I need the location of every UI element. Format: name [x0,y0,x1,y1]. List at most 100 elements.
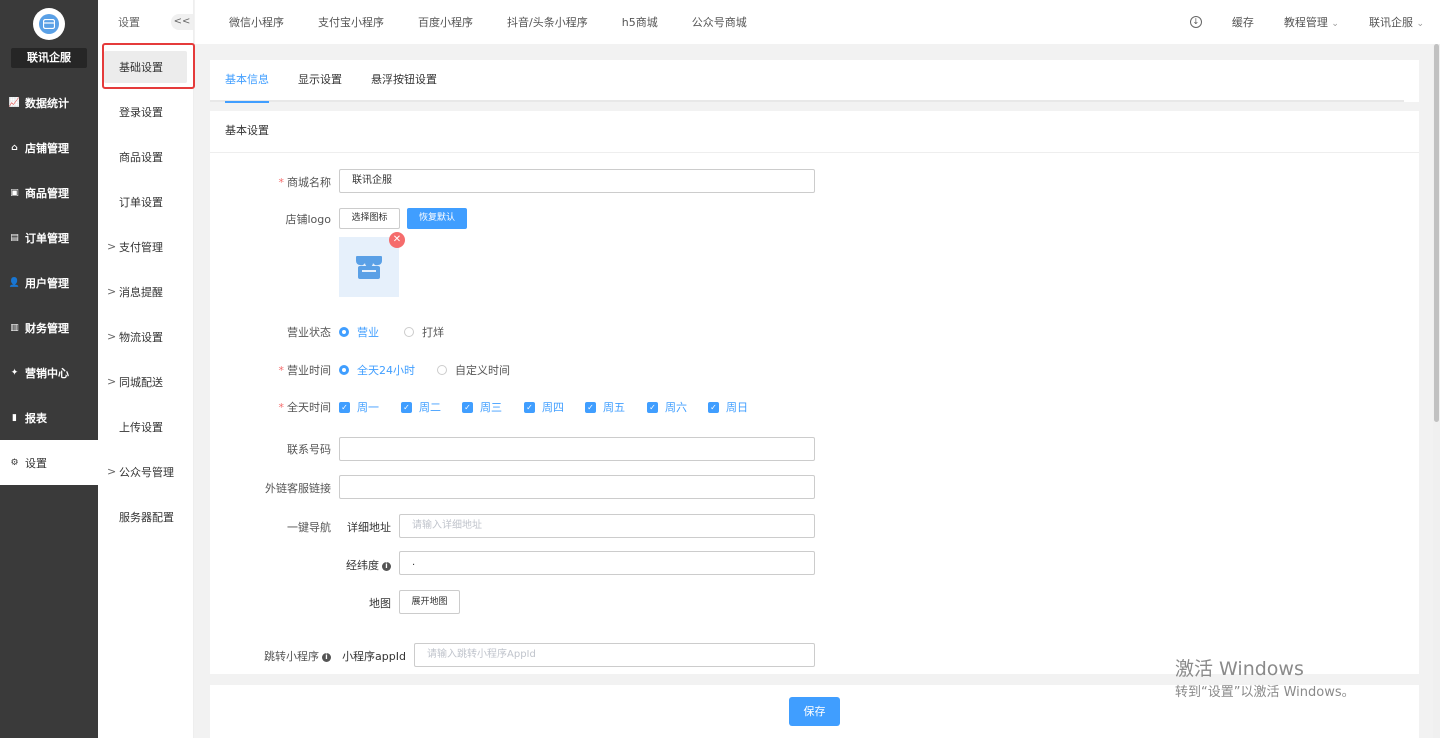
day-checkbox-4[interactable]: ✓ 周四 [524,399,564,415]
submenu-item-label: 订单设置 [119,195,163,209]
check-icon: ✓ [585,401,596,413]
remove-logo-icon[interactable]: ✕ [389,232,405,248]
day-checkbox-2[interactable]: ✓ 周二 [401,399,441,415]
highlight-box [102,43,195,89]
day-checkbox-3[interactable]: ✓ 周三 [462,399,502,415]
nav-label: 一键导航 [287,521,331,534]
appid-input[interactable]: 请输入跳转小程序AppId [414,643,815,667]
submenu-item-4[interactable]: 订单设置 [98,179,193,224]
tab-float-button-settings[interactable]: 悬浮按钮设置 [371,59,437,101]
collapse-button[interactable]: << [171,14,193,30]
submenu-item-11[interactable]: 服务器配置 [98,494,193,539]
day-label: 周日 [726,401,748,414]
nav-item-6[interactable]: ▥ 财务管理 [0,305,98,350]
platform-tab-1[interactable]: 微信小程序 [229,14,284,30]
goods-icon: ▣ [10,187,19,198]
download-icon[interactable]: ↓ [1189,16,1202,28]
cs-link-input[interactable] [339,475,815,499]
brand-name: 联讯企服 [11,48,87,68]
submenu-item-5[interactable]: > 支付管理 [98,224,193,269]
chevron-right-icon: > [107,465,117,478]
nav-item-5[interactable]: 👤 用户管理 [0,260,98,305]
nav-item-1[interactable]: 📈 数据统计 [0,80,98,125]
info-icon[interactable]: i [322,652,331,662]
radio-all-day[interactable]: 全天24小时 [339,362,415,378]
day-label: 周二 [419,401,441,414]
submenu-item-2[interactable]: 登录设置 [98,89,193,134]
day-label: 周一 [357,401,379,414]
restore-default-button[interactable]: 恢复默认 [407,208,467,229]
submenu-item-9[interactable]: 上传设置 [98,404,193,449]
submenu-item-label: 服务器配置 [119,510,174,524]
settings-submenu: 设置 << 基础设置 登录设置 商品设置 订单设置 > 支付管理 > 消息提醒 > 物流设置 > 同城… [98,0,194,738]
submenu-item-8[interactable]: > 同城配送 [98,359,193,404]
user-dropdown[interactable]: 联讯企服 ⌄ [1369,14,1424,30]
nav-item-label: 报表 [25,411,47,425]
submenu-item-7[interactable]: > 物流设置 [98,314,193,359]
phone-input[interactable] [339,437,815,461]
phone-label: 联系号码 [287,443,331,456]
check-icon: ✓ [339,401,350,413]
platform-tab-3[interactable]: 百度小程序 [418,14,473,30]
radio-open-label: 营业 [357,326,379,339]
store-name-label: * 商城名称 [279,174,332,190]
address-input[interactable]: 请输入详细地址 [399,514,815,538]
address-label: 详细地址 [347,521,391,534]
scrollbar-thumb[interactable] [1434,44,1439,422]
submenu-item-6[interactable]: > 消息提醒 [98,269,193,314]
nav-item-7[interactable]: ✦ 营销中心 [0,350,98,395]
radio-custom-time[interactable]: 自定义时间 [437,362,510,378]
nav-item-8[interactable]: ▮ 报表 [0,395,98,440]
nav-item-9[interactable]: ⚙ 设置 [0,440,98,485]
order-icon: ▤ [10,232,19,243]
required-mark: * [278,364,285,377]
cache-link[interactable]: 缓存 [1232,14,1254,30]
submenu-item-label: 公众号管理 [119,465,174,479]
nav-item-label: 营销中心 [25,366,69,380]
latlng-input[interactable]: . [399,551,815,575]
nav-item-label: 数据统计 [25,96,69,110]
tab-basic-info[interactable]: 基本信息 [225,59,269,103]
tutorial-label: 教程管理 [1283,16,1328,29]
brand-logo[interactable] [33,8,65,40]
submenu-item-3[interactable]: 商品设置 [98,134,193,179]
submenu-item-10[interactable]: > 公众号管理 [98,449,193,494]
hours-label: * 营业时间 [279,362,332,378]
save-button[interactable]: 保存 [789,697,840,726]
info-icon[interactable]: i [382,561,391,571]
day-label: 周六 [665,401,687,414]
submenu-item-label: 消息提醒 [119,285,163,299]
radio-open[interactable]: 营业 [339,324,379,340]
store-logo-preview[interactable] [339,237,399,297]
scrollbar[interactable] [1433,44,1440,738]
day-checkbox-1[interactable]: ✓ 周一 [339,399,379,415]
nav-item-label: 商品管理 [25,186,69,200]
store-icon [39,14,59,34]
day-checkbox-6[interactable]: ✓ 周六 [647,399,687,415]
choose-icon-button[interactable]: 选择图标 [339,208,400,229]
nav-item-2[interactable]: ⌂ 店铺管理 [0,125,98,170]
nav-item-4[interactable]: ▤ 订单管理 [0,215,98,260]
platform-tab-4[interactable]: 抖音/头条小程序 [507,14,588,30]
day-checkbox-5[interactable]: ✓ 周五 [585,399,625,415]
map-label: 地图 [369,597,391,610]
day-label: 周五 [603,401,625,414]
platform-tab-5[interactable]: h5商城 [622,14,658,30]
nav-item-label: 订单管理 [25,231,69,245]
nav-item-3[interactable]: ▣ 商品管理 [0,170,98,215]
day-checkbox-7[interactable]: ✓ 周日 [708,399,748,415]
check-icon: ✓ [401,401,412,413]
tab-display-settings[interactable]: 显示设置 [298,59,342,101]
tutorial-dropdown[interactable]: 教程管理 ⌄ [1284,14,1339,30]
radio-closed-label: 打烊 [422,326,444,339]
platform-tab-2[interactable]: 支付宝小程序 [318,14,384,30]
platform-tab-6[interactable]: 公众号商城 [692,14,747,30]
nav-item-label: 店铺管理 [25,141,69,155]
check-icon: ✓ [462,401,473,413]
expand-map-button[interactable]: 展开地图 [399,590,460,614]
radio-closed[interactable]: 打烊 [404,324,444,340]
cs-link-label: 外链客服链接 [265,482,331,495]
nav-item-label: 财务管理 [25,321,69,335]
store-name-input[interactable]: 联讯企服 [339,169,815,193]
check-icon: ✓ [647,401,658,413]
